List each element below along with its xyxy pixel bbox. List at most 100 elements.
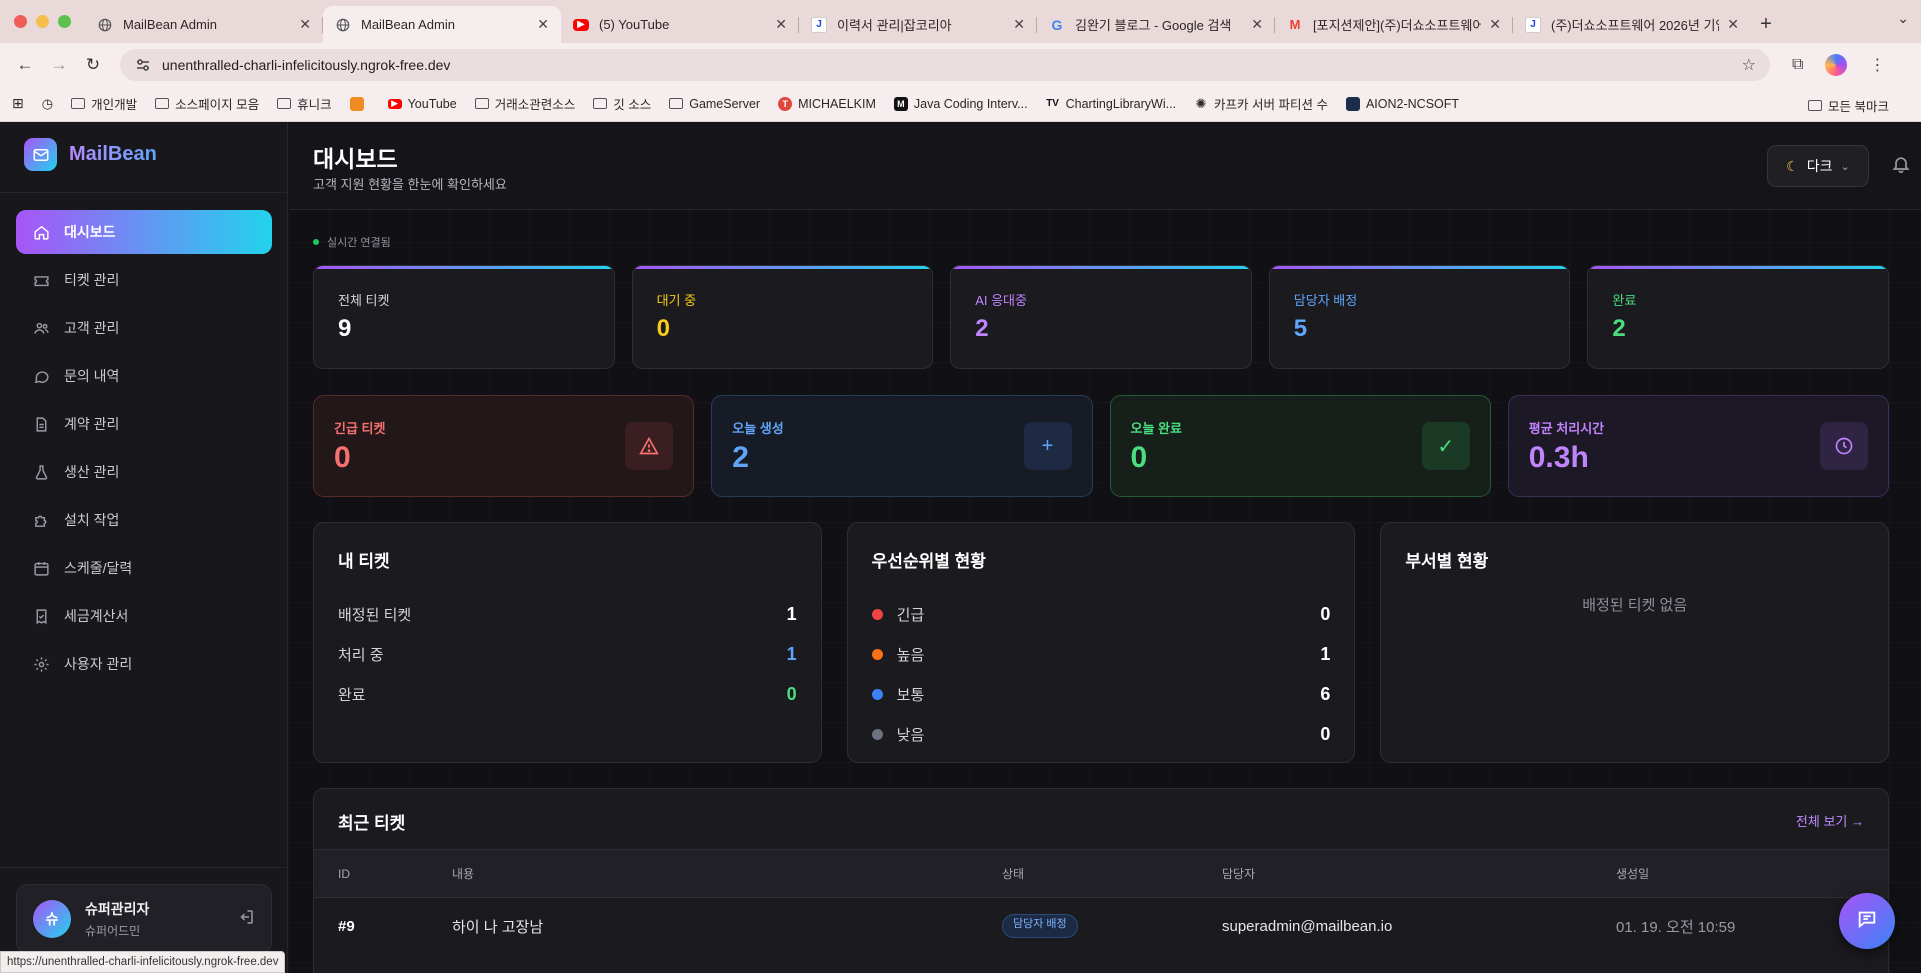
tab-close-icon[interactable]: ✕ [1251,16,1263,33]
apps-grid-icon[interactable]: ⊞ [12,95,24,112]
sidebar-item-contracts[interactable]: 계약 관리 [16,402,272,446]
sidebar-item-inquiries[interactable]: 문의 내역 [16,354,272,398]
all-bookmarks[interactable]: 모든 북마크 [1808,96,1889,115]
tradingview-icon: TV [1046,98,1059,109]
list-item[interactable]: 높음 1 [871,634,1330,674]
plus-icon: + [1023,422,1072,470]
browser-tab[interactable]: M [포지션제안](주)더쇼소프트웨어에서 포 ✕ [1275,6,1513,43]
metric-label: 평균 처리시간 [1528,420,1605,436]
bookmark-item[interactable]: 깃 소스 [593,94,651,113]
list-item[interactable]: 낮음 0 [871,714,1330,754]
bookmark-item[interactable]: M Java Coding Interv... [893,96,1028,111]
sidebar-item-production[interactable]: 생산 관리 [16,450,272,494]
stat-card-ai[interactable]: AI 응대중 2 [950,265,1252,369]
list-item[interactable]: 배정된 티켓 1 [338,594,797,634]
browser-tab[interactable]: G 김완기 블로그 - Google 검색 ✕ [1037,6,1275,43]
bookmark-item[interactable]: ▶ YouTube [387,97,457,111]
new-tab-button[interactable]: + [1751,6,1781,43]
page-subtitle: 고객 지원 현황을 한눈에 확인하세요 [313,177,507,192]
stat-card-completed[interactable]: 완료 2 [1587,265,1889,369]
tab-search-chevron-icon[interactable]: ⌄ [1897,10,1909,27]
sidebar-item-user-management[interactable]: 사용자 관리 [16,642,272,686]
tab-title: 이력서 관리|잡코리아 [837,18,952,33]
sidebar-item-tax-invoice[interactable]: 세금계산서 [16,594,272,638]
browser-menu-icon[interactable]: ⋮ [1869,55,1885,75]
metric-label: 오늘 완료 [1130,420,1182,436]
sidebar-item-customers[interactable]: 고객 관리 [16,306,272,350]
address-bar[interactable]: unenthralled-charli-infelicitously.ngrok… [120,48,1770,81]
bookmark-item[interactable]: 거래소관련소스 [474,94,575,113]
tab-close-icon[interactable]: ✕ [299,16,311,33]
metric-card-created-today[interactable]: 오늘 생성 2 + [711,395,1093,497]
stat-card-waiting[interactable]: 대기 중 0 [631,265,934,369]
notification-bell-icon[interactable] [1881,154,1921,174]
browser-tab-active[interactable]: MailBean Admin ✕ [323,6,561,43]
user-name: 슈퍼관리자 [85,901,150,917]
moon-icon: ☾ [1786,157,1799,174]
metric-card-completed-today[interactable]: 오늘 완료 0 ✓ [1109,395,1491,497]
logout-icon[interactable] [237,908,255,931]
stat-label: AI 응대중 [975,293,1027,308]
table-header: ID 내용 상태 담당자 생성일 [314,849,1888,898]
avatar[interactable]: 슈 [33,900,71,938]
browser-tab[interactable]: J (주)더쇼소프트웨어 2026년 기업정보 ✕ [1513,6,1751,43]
sidebar-item-tickets[interactable]: 티켓 관리 [16,258,272,302]
close-window-button[interactable] [14,15,27,28]
sidebar-item-installation[interactable]: 설치 작업 [16,498,272,542]
column-header[interactable]: ID [338,850,350,897]
bookmarks-bar: ⊞ ◷ 개인개발 소스페이지 모음 휴니크 ▶ YouTube 거래소관련소스 깃… [0,86,1921,122]
reload-button[interactable]: ↻ [78,50,108,80]
bookmark-item[interactable] [349,96,370,111]
alert-triangle-icon [625,422,674,470]
site-info-icon[interactable] [134,56,152,74]
puzzle-icon [32,511,50,529]
sidebar-item-schedule[interactable]: 스케줄/달력 [16,546,272,590]
ticket-content: 하이 나 고장남 [452,918,544,936]
browser-tab[interactable]: J 이력서 관리|잡코리아 ✕ [799,6,1037,43]
browser-tab[interactable]: MailBean Admin ✕ [85,6,323,43]
view-all-link[interactable]: 전체 보기 → [1796,811,1864,830]
tab-close-icon[interactable]: ✕ [1489,16,1501,33]
metric-card-urgent[interactable]: 긴급 티켓 0 [313,395,695,497]
bookmark-item[interactable]: 개인개발 [71,94,137,113]
stat-card-total[interactable]: 전체 티켓 9 [313,265,615,369]
bookmark-star-icon[interactable]: ☆ [1742,55,1756,75]
forward-button[interactable]: → [44,50,74,80]
list-item[interactable]: 완료 0 [338,674,797,714]
bookmark-item[interactable]: ✺ 카프카 서버 파티션 수 [1194,94,1328,113]
theme-toggle-button[interactable]: ☾ 다크 ⌄ [1767,145,1869,187]
chat-button[interactable] [1839,893,1895,949]
metric-card-avg-time[interactable]: 평균 처리시간 0.3h [1507,395,1889,497]
table-row[interactable]: #9 하이 나 고장남 담당자 배정 superadmin@mailbean.i… [314,898,1888,954]
tab-close-icon[interactable]: ✕ [775,16,787,33]
mail-logo-icon [24,138,57,171]
stat-card-assigned[interactable]: 담당자 배정 5 [1268,265,1571,369]
bookmark-item[interactable]: 휴니크 [277,94,332,113]
sidebar-item-dashboard[interactable]: 대시보드 [16,210,272,254]
history-icon[interactable]: ◷ [42,96,53,112]
list-item[interactable]: 긴급 0 [871,594,1330,634]
back-button[interactable]: ← [10,50,40,80]
column-header[interactable]: 상태 [1002,850,1024,897]
browser-tab[interactable]: ▶ (5) YouTube ✕ [561,6,799,43]
bookmark-item[interactable]: GameServer [669,97,760,111]
bookmark-item[interactable]: AION2-NCSOFT [1345,96,1459,111]
globe-icon [335,17,351,33]
bookmark-item[interactable]: T MICHAELKIM [778,96,876,111]
list-item[interactable]: 보통 6 [871,674,1330,714]
column-header[interactable]: 내용 [452,850,474,897]
bookmark-item[interactable]: TV ChartingLibraryWi... [1046,97,1176,111]
column-header[interactable]: 생성일 [1616,850,1649,897]
tab-close-icon[interactable]: ✕ [1727,16,1739,33]
brand[interactable]: MailBean [24,138,157,171]
youtube-icon: ▶ [573,18,589,31]
bookmark-item[interactable]: 소스페이지 모음 [155,94,259,113]
profile-avatar[interactable] [1825,53,1848,76]
list-item[interactable]: 처리 중 1 [338,634,797,674]
tab-close-icon[interactable]: ✕ [537,16,549,33]
column-header[interactable]: 담당자 [1222,850,1255,897]
tab-close-icon[interactable]: ✕ [1013,16,1025,33]
maximize-window-button[interactable] [58,15,71,28]
extensions-icon[interactable]: ⧉ [1792,56,1803,74]
minimize-window-button[interactable] [36,15,49,28]
